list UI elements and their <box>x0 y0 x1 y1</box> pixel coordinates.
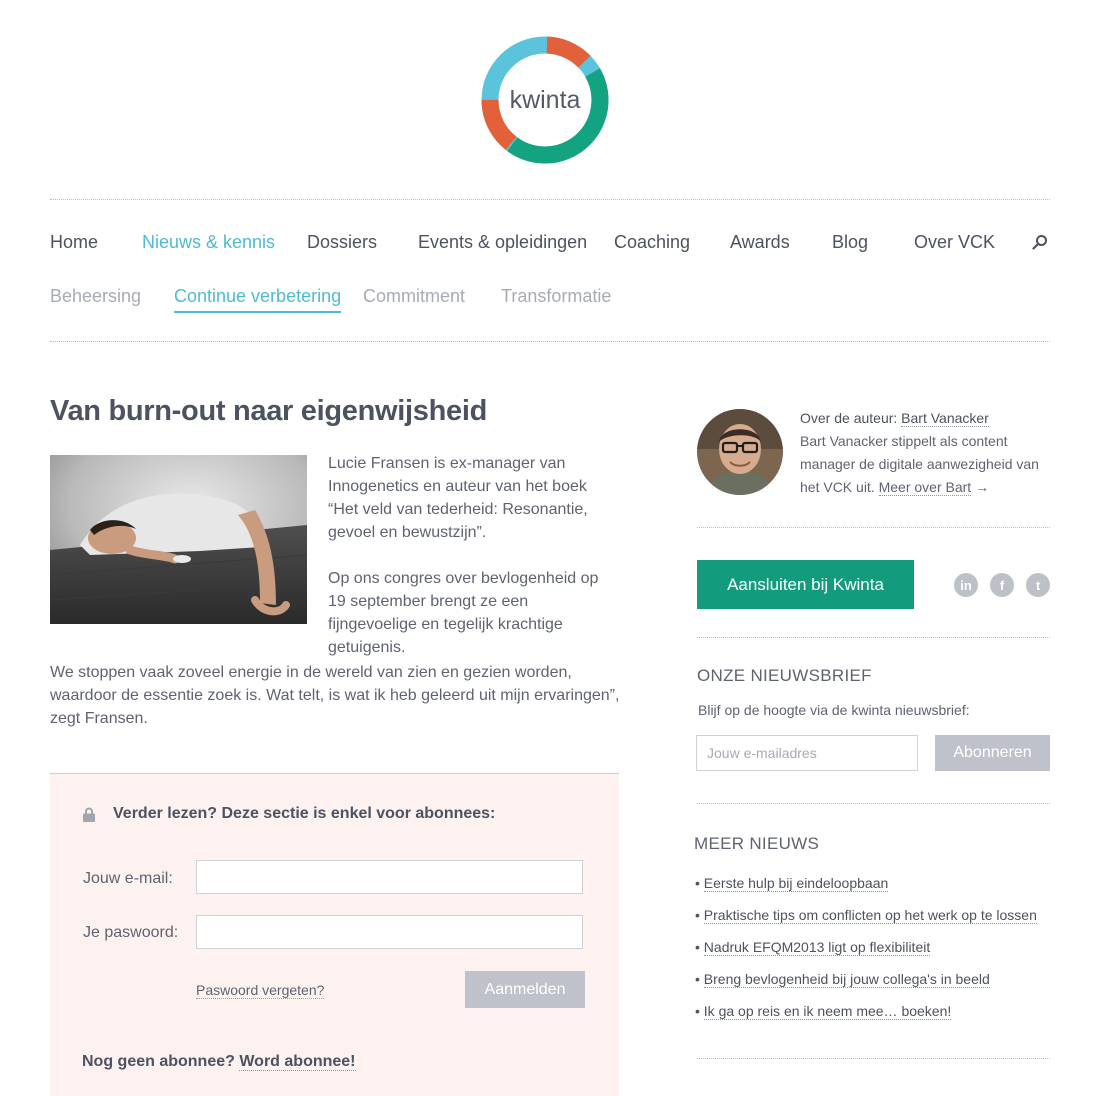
nav-item-over-vck[interactable]: Over VCK <box>914 232 995 253</box>
author-heading: Over de auteur: <box>800 410 898 426</box>
login-button[interactable]: Aanmelden <box>465 971 585 1008</box>
list-item: • Nadruk EFQM2013 ligt op flexibiliteit <box>695 939 1037 971</box>
join-kwinta-button[interactable]: Aansluiten bij Kwinta <box>697 560 914 609</box>
password-field[interactable] <box>196 915 583 949</box>
main-nav: Home Nieuws & kennis Dossiers Events & o… <box>50 232 1050 256</box>
bullet: • <box>695 907 700 923</box>
paywall-title: Verder lezen? Deze sectie is enkel voor … <box>113 805 496 822</box>
nav-item-events-opleidingen[interactable]: Events & opleidingen <box>418 232 587 253</box>
nav-item-blog[interactable]: Blog <box>832 232 868 253</box>
paywall-box: Verder lezen? Deze sectie is enkel voor … <box>50 773 619 1096</box>
nav-item-awards[interactable]: Awards <box>730 232 790 253</box>
subnav-item-beheersing[interactable]: Beheersing <box>50 286 141 307</box>
subnav-item-continue-verbetering[interactable]: Continue verbetering <box>174 286 342 313</box>
article-paragraph: We stoppen vaak zoveel energie in de wer… <box>50 664 620 727</box>
lock-icon <box>83 807 95 822</box>
news-link[interactable]: Eerste hulp bij eindeloopbaan <box>703 875 889 892</box>
forgot-password-link[interactable]: Paswoord vergeten? <box>196 982 325 999</box>
author-name-link[interactable]: Bart Vanacker <box>901 410 989 427</box>
divider <box>697 1058 1050 1059</box>
more-news-heading: MEER NIEUWS <box>694 834 820 853</box>
signup-link[interactable]: Word abonnee! <box>239 1053 356 1071</box>
signup-prefix: Nog geen abonnee? <box>82 1053 235 1070</box>
email-label: Jouw e-mail: <box>83 870 173 887</box>
subnav-item-commitment[interactable]: Commitment <box>363 286 465 307</box>
author-info: Over de auteur: Bart Vanacker Bart Vanac… <box>800 407 1050 499</box>
email-field[interactable] <box>196 860 583 894</box>
news-link[interactable]: Breng bevlogenheid bij jouw collega's in… <box>703 971 990 988</box>
newsletter-intro: Blijf op de hoogte via de kwinta nieuwsb… <box>698 702 970 718</box>
nav-item-home[interactable]: Home <box>50 232 98 253</box>
nav-item-nieuws-kennis[interactable]: Nieuws & kennis <box>142 232 275 253</box>
article-image <box>50 455 307 624</box>
logo-text: kwinta <box>509 85 581 114</box>
nav-item-coaching[interactable]: Coaching <box>614 232 690 253</box>
list-item: • Breng bevlogenheid bij jouw collega's … <box>695 971 1037 1003</box>
list-item: • Eerste hulp bij eindeloopbaan <box>695 875 1037 907</box>
subnav-item-transformatie[interactable]: Transformatie <box>501 286 611 307</box>
divider <box>50 199 1050 200</box>
list-item: • Ik ga op reis en ik neem mee… boeken! <box>695 1003 1037 1035</box>
more-about-author-label: Meer over Bart <box>878 479 972 495</box>
logo[interactable]: kwinta <box>481 36 609 164</box>
divider <box>697 527 1050 528</box>
divider <box>50 341 1050 342</box>
signup-row: Nog geen abonnee? Word abonnee! <box>82 1053 356 1071</box>
news-link[interactable]: Praktische tips om conflicten op het wer… <box>703 907 1037 924</box>
facebook-icon[interactable]: f <box>990 573 1014 597</box>
nav-item-dossiers[interactable]: Dossiers <box>307 232 377 253</box>
divider <box>697 637 1050 638</box>
news-link[interactable]: Ik ga op reis en ik neem mee… boeken! <box>703 1003 952 1020</box>
bullet: • <box>695 939 700 955</box>
list-item: • Praktische tips om conflicten op het w… <box>695 907 1037 939</box>
subscribe-button[interactable]: Abonneren <box>935 735 1050 771</box>
more-about-author-link[interactable]: Meer over Bart <box>878 479 972 496</box>
newsletter-email-input[interactable] <box>696 735 918 771</box>
bullet: • <box>695 1003 700 1019</box>
newsletter-heading: ONZE NIEUWSBRIEF <box>697 666 872 685</box>
twitter-icon[interactable]: t <box>1026 573 1050 597</box>
article-title: Van burn-out naar eigenwijsheid <box>50 395 488 427</box>
search-icon[interactable] <box>1032 234 1048 250</box>
article-paragraph: Lucie Fransen is ex-manager van Innogene… <box>328 455 588 541</box>
password-label: Je paswoord: <box>83 924 179 941</box>
more-news-list: • Eerste hulp bij eindeloopbaan • Prakti… <box>695 875 1037 1035</box>
linkedin-icon[interactable]: in <box>954 573 978 597</box>
arrow-right-icon: → <box>975 479 990 495</box>
bullet: • <box>695 971 700 987</box>
divider <box>697 803 1050 804</box>
article-paragraph: Op ons congres over bevlogenheid op 19 s… <box>328 570 599 656</box>
avatar[interactable] <box>697 409 783 495</box>
bullet: • <box>695 875 700 891</box>
news-link[interactable]: Nadruk EFQM2013 ligt op flexibiliteit <box>703 939 931 956</box>
